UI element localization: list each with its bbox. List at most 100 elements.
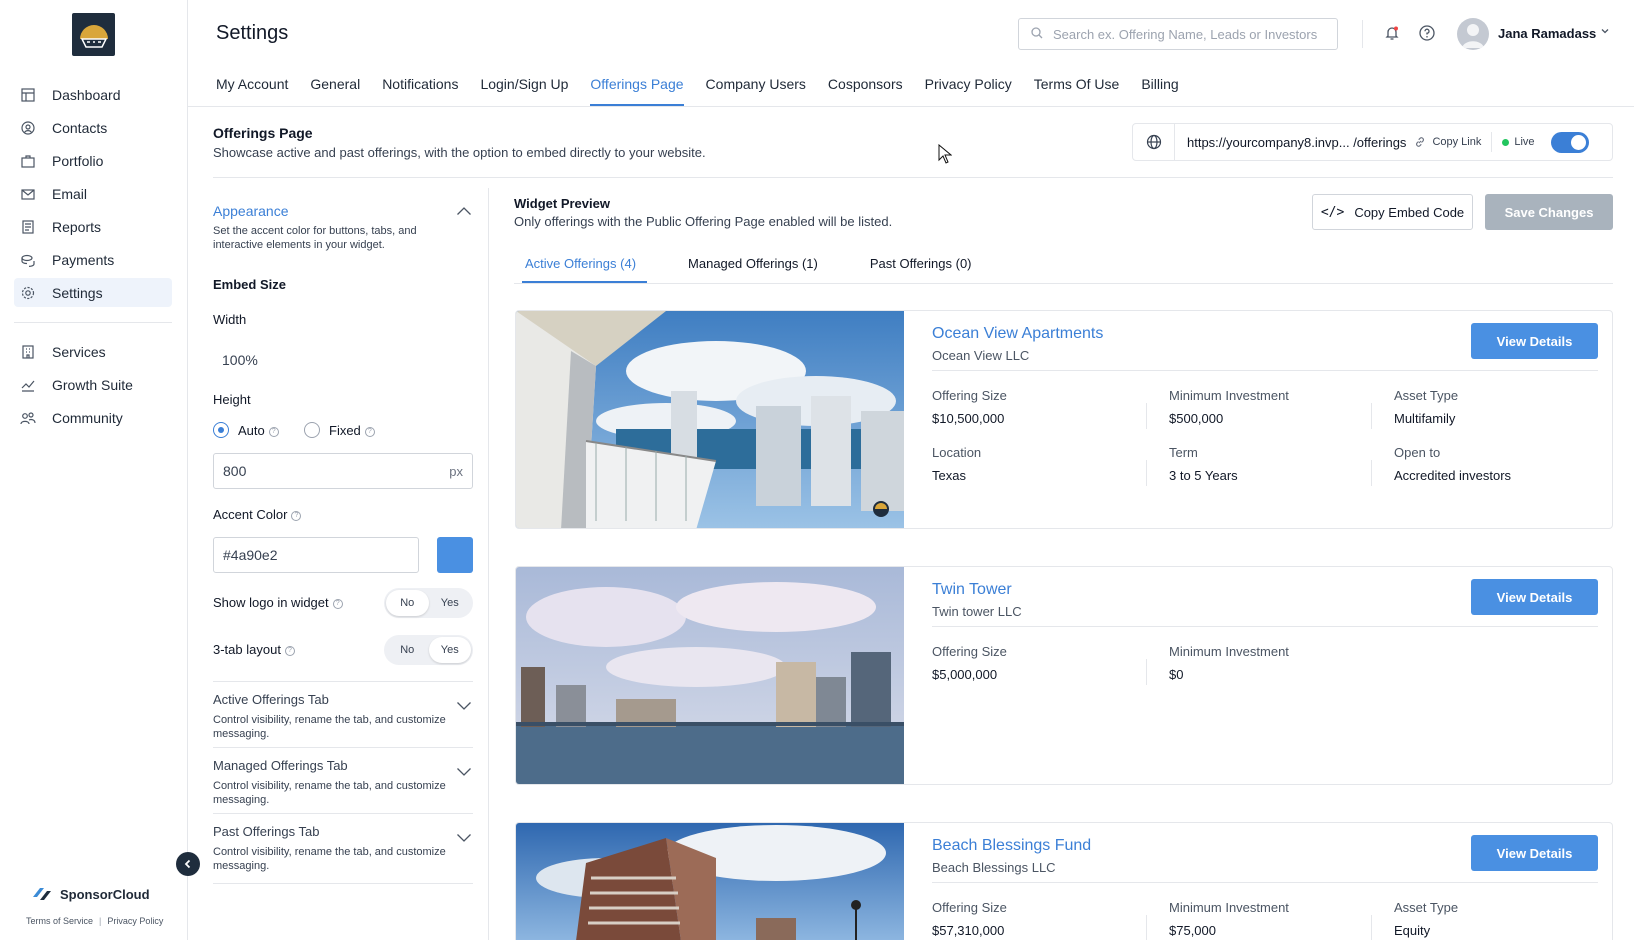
accent-color-option: Accent Color? (213, 507, 302, 522)
offering-name[interactable]: Twin Tower (932, 581, 1012, 599)
save-changes-button[interactable]: Save Changes (1485, 194, 1613, 230)
chevron-up-icon[interactable] (456, 203, 472, 219)
panel-divider (488, 188, 489, 940)
chevron-down-icon[interactable] (456, 830, 472, 846)
card-divider (932, 626, 1598, 627)
accent-color-input[interactable]: #4a90e2 (213, 537, 419, 573)
live-toggle[interactable] (1550, 131, 1589, 153)
collapse-sidebar-button[interactable] (176, 852, 200, 876)
offering-company: Ocean View LLC (932, 348, 1030, 363)
tab-login-signup[interactable]: Login/Sign Up (480, 76, 568, 106)
view-details-button[interactable]: View Details (1471, 835, 1598, 871)
metric-divider (1146, 915, 1147, 940)
user-name[interactable]: Jana Ramadass (1498, 26, 1596, 41)
sidebar-item-portfolio[interactable]: Portfolio (14, 146, 172, 175)
accordion-managed-offerings[interactable]: Managed Offerings Tab Control visibility… (213, 747, 473, 807)
metric-divider (1146, 460, 1147, 486)
sidebar-item-services[interactable]: Services (14, 337, 172, 366)
height-fixed-radio[interactable] (304, 422, 320, 438)
tab-cosponsors[interactable]: Cosponsors (828, 76, 903, 106)
secondary-nav: Services Growth Suite Community (14, 337, 172, 436)
chevron-down-icon[interactable] (1600, 26, 1610, 39)
chevron-down-icon[interactable] (456, 698, 472, 714)
help-icon[interactable]: ? (332, 598, 343, 609)
company-logo[interactable] (72, 13, 115, 56)
height-input[interactable]: 800 px (213, 453, 473, 489)
sidebar-item-dashboard[interactable]: Dashboard (14, 80, 172, 109)
embed-size-label: Embed Size (213, 277, 286, 292)
sidebar-item-contacts[interactable]: Contacts (14, 113, 172, 142)
width-value[interactable]: 100% (222, 352, 258, 368)
terms-link[interactable]: Terms of Service (26, 916, 93, 926)
avatar[interactable] (1457, 18, 1489, 50)
tab-notifications[interactable]: Notifications (382, 76, 458, 106)
sidebar: Dashboard Contacts Portfolio Email Repor… (0, 0, 188, 940)
notification-bell-icon[interactable] (1383, 24, 1401, 42)
height-auto-radio[interactable] (213, 422, 229, 438)
offering-name[interactable]: Beach Blessings Fund (932, 837, 1091, 855)
section-title: Offerings Page (213, 125, 313, 141)
search-icon (1031, 26, 1043, 42)
preview-tabs: Active Offerings (4) Managed Offerings (… (514, 251, 1013, 283)
metric-location: Location Texas (932, 445, 981, 483)
show-logo-toggle: No Yes (384, 588, 473, 618)
accordion-title: Managed Offerings Tab (213, 758, 348, 773)
chevron-down-icon[interactable] (456, 764, 472, 780)
tab-offerings-page[interactable]: Offerings Page (590, 76, 684, 106)
privacy-link[interactable]: Privacy Policy (107, 916, 163, 926)
three-tab-yes[interactable]: Yes (428, 637, 471, 663)
offering-card: Beach Blessings Fund Beach Blessings LLC… (515, 822, 1613, 940)
show-logo-yes[interactable]: Yes (429, 590, 472, 616)
metric-value: $57,310,000 (932, 923, 1005, 938)
tab-managed-offerings[interactable]: Managed Offerings (1) (677, 251, 829, 283)
height-unit: px (449, 463, 463, 479)
sidebar-item-growth-suite[interactable]: Growth Suite (14, 370, 172, 399)
sidebar-item-label: Reports (52, 218, 102, 235)
copy-embed-code-button[interactable]: </> Copy Embed Code (1312, 194, 1473, 230)
accordion-title: Active Offerings Tab (213, 692, 329, 707)
tab-company-users[interactable]: Company Users (706, 76, 806, 106)
metric-value: $0 (1169, 667, 1184, 682)
settings-tabs: My Account General Notifications Login/S… (216, 76, 1201, 106)
accordion-past-offerings[interactable]: Past Offerings Tab Control visibility, r… (213, 813, 473, 873)
tab-general[interactable]: General (310, 76, 360, 106)
tab-active-offerings[interactable]: Active Offerings (4) (514, 251, 648, 283)
metric-label: Offering Size (932, 388, 1007, 403)
sidebar-item-settings[interactable]: Settings (14, 278, 172, 307)
help-icon[interactable] (1418, 24, 1436, 42)
tab-my-account[interactable]: My Account (216, 76, 288, 106)
help-icon[interactable]: ? (291, 510, 302, 521)
sidebar-item-community[interactable]: Community (14, 403, 172, 432)
sidebar-item-email[interactable]: Email (14, 179, 172, 208)
code-icon: </> (1320, 204, 1345, 220)
settings-icon (20, 285, 36, 301)
three-tab-no[interactable]: No (386, 637, 429, 663)
accent-color-swatch[interactable] (437, 537, 473, 573)
tab-terms-of-use[interactable]: Terms Of Use (1034, 76, 1120, 106)
live-dot-icon (1502, 138, 1510, 146)
metric-value: $10,500,000 (932, 411, 1005, 426)
accordion-description: Control visibility, rename the tab, and … (213, 780, 446, 806)
appearance-title[interactable]: Appearance (213, 203, 289, 219)
main-nav: Dashboard Contacts Portfolio Email Repor… (14, 80, 172, 311)
accordion-active-offerings[interactable]: Active Offerings Tab Control visibility,… (213, 681, 473, 741)
accent-color-value: #4a90e2 (223, 547, 278, 563)
sidebar-item-reports[interactable]: Reports (14, 212, 172, 241)
tab-past-offerings[interactable]: Past Offerings (0) (859, 251, 983, 283)
tab-billing[interactable]: Billing (1141, 76, 1178, 106)
search-input[interactable]: Search ex. Offering Name, Leads or Inves… (1018, 18, 1338, 50)
help-icon[interactable]: ? (364, 426, 375, 437)
help-icon[interactable]: ? (268, 426, 279, 437)
view-details-button[interactable]: View Details (1471, 323, 1598, 359)
width-label: Width (213, 312, 247, 327)
copy-link-button[interactable]: Copy Link (1414, 136, 1481, 148)
offering-name[interactable]: Ocean View Apartments (932, 325, 1103, 343)
public-url[interactable]: https://yourcompany8.invp... /offerings (1187, 135, 1406, 150)
show-logo-no[interactable]: No (386, 590, 429, 616)
help-icon[interactable]: ? (284, 645, 295, 656)
header-divider (1362, 20, 1363, 48)
tab-privacy-policy[interactable]: Privacy Policy (925, 76, 1012, 106)
card-divider (932, 882, 1598, 883)
view-details-button[interactable]: View Details (1471, 579, 1598, 615)
sidebar-item-payments[interactable]: Payments (14, 245, 172, 274)
